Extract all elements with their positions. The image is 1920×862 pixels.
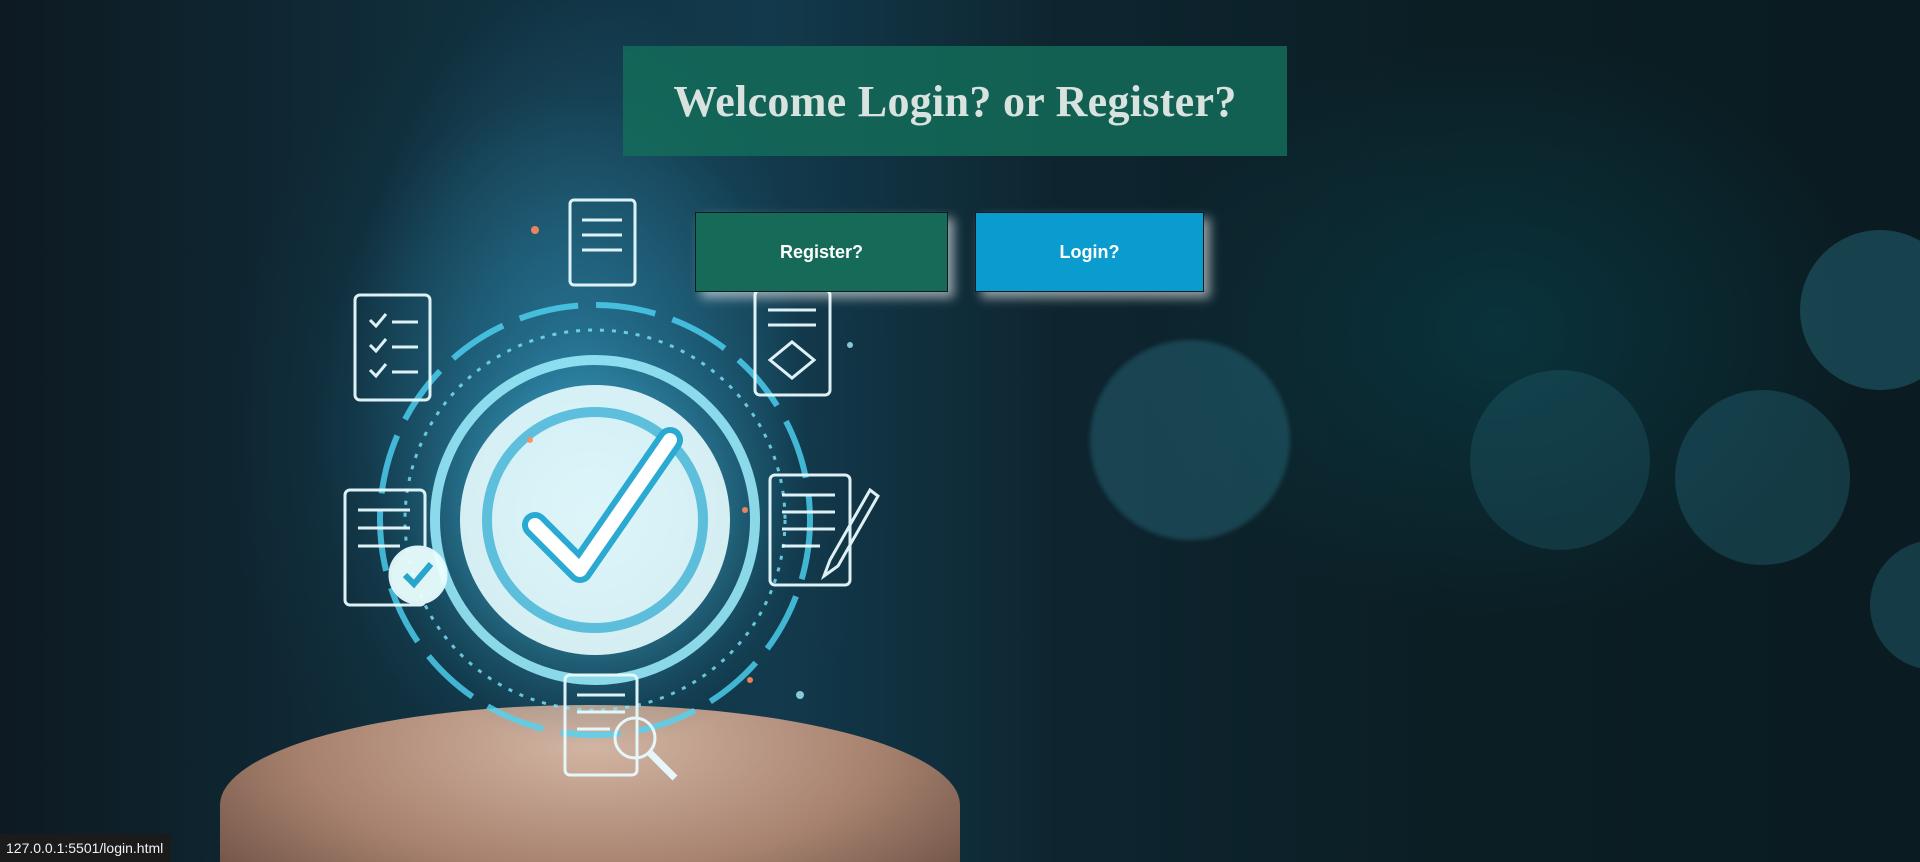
bokeh-light bbox=[1090, 340, 1290, 540]
login-button[interactable]: Login? bbox=[975, 212, 1204, 292]
bokeh-light bbox=[1675, 390, 1850, 565]
register-button[interactable]: Register? bbox=[695, 212, 948, 292]
bokeh-light bbox=[1470, 370, 1650, 550]
status-bar-url: 127.0.0.1:5501/login.html bbox=[0, 834, 172, 862]
login-page-background: Welcome Login? or Register? Register? Lo… bbox=[0, 0, 1920, 862]
bokeh-light bbox=[1870, 540, 1920, 670]
welcome-banner: Welcome Login? or Register? bbox=[623, 46, 1287, 156]
page-title: Welcome Login? or Register? bbox=[673, 76, 1237, 126]
bokeh-light bbox=[1800, 230, 1920, 390]
document-icon bbox=[568, 198, 637, 287]
